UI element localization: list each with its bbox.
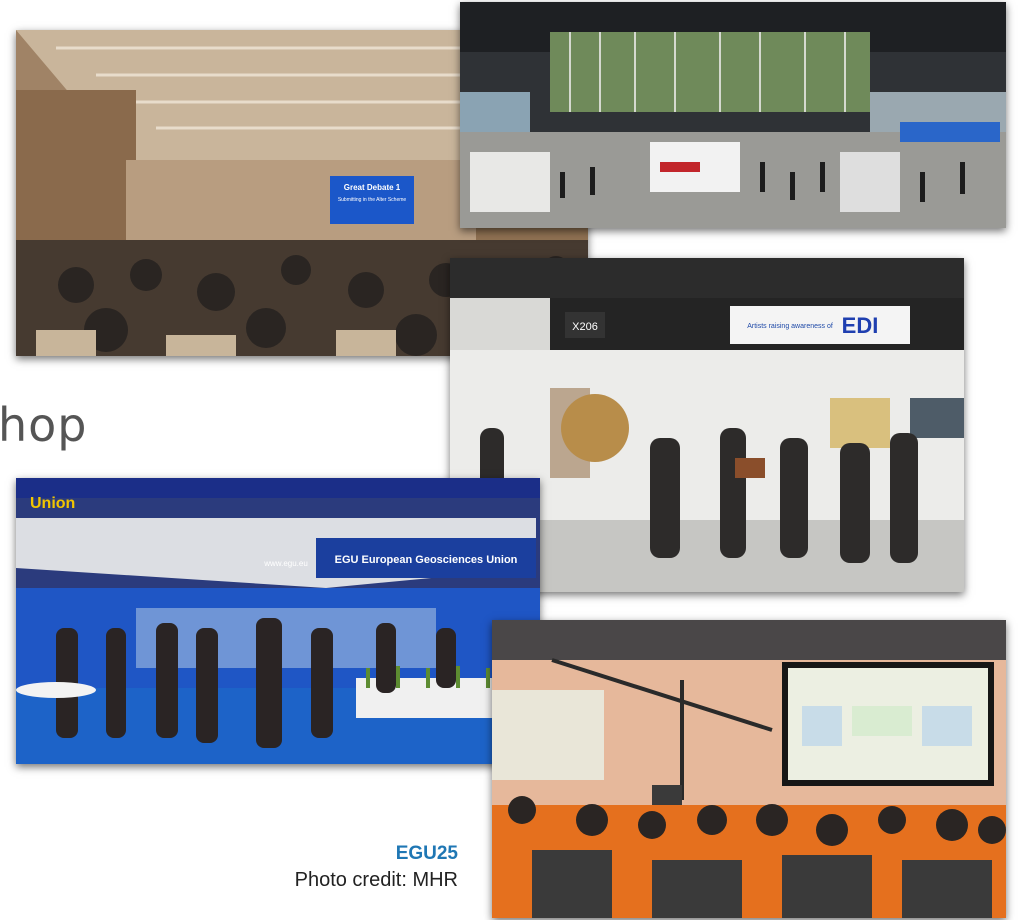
photo-credit: Photo credit: MHR [294,869,458,891]
svg-text:www.egu.eu: www.egu.eu [263,559,308,568]
photo-exhibition-hall [460,2,1006,228]
partial-heading: hop [0,398,88,452]
svg-text:Great Debate 1: Great Debate 1 [344,183,401,192]
forest-video-wall [550,32,870,112]
event-label: EGU25 [395,843,458,864]
photo-talk-room [492,620,1006,918]
svg-text:Submitting in the Alter Scheme: Submitting in the Alter Scheme [338,197,407,203]
svg-text:X206: X206 [572,321,598,333]
svg-text:Artists raising awareness of: Artists raising awareness of [747,323,833,330]
svg-text:EGU European Geosciences Union: EGU European Geosciences Union [335,554,518,566]
svg-text:EDI: EDI [842,313,879,338]
svg-text:Union: Union [30,495,75,512]
photo-egu-booth: Union EGU European Geosciences Union www… [16,478,540,764]
photo-credit-block: EGU25 Photo credit: MHR [295,843,458,892]
